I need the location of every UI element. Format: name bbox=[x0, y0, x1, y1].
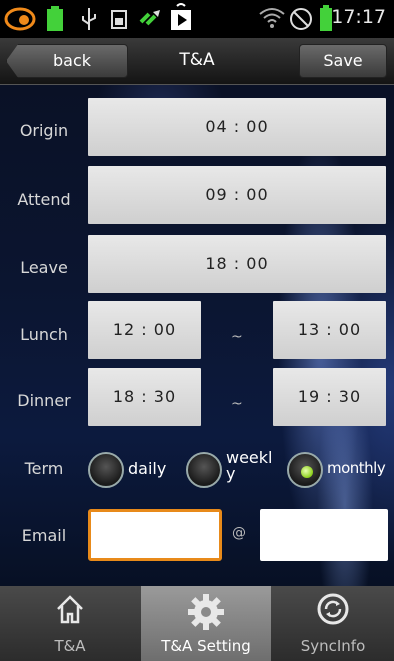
term-label: Term bbox=[24, 459, 64, 478]
sync-icon bbox=[317, 593, 349, 625]
title-bar: back T&A Save bbox=[0, 38, 394, 85]
back-button-label: back bbox=[52, 51, 92, 70]
tab-syncinfo[interactable]: SyncInfo bbox=[272, 586, 394, 661]
lunch-separator: ~ bbox=[231, 329, 243, 345]
tab-label: T&A Setting bbox=[161, 637, 251, 655]
origin-label: Origin bbox=[19, 121, 69, 140]
page-title: T&A bbox=[179, 50, 215, 70]
bottom-tab-bar: T&A T&A Setting SyncInfo bbox=[0, 586, 394, 661]
sync-icon bbox=[139, 10, 160, 26]
attend-label: Attend bbox=[17, 190, 71, 209]
gear-icon bbox=[188, 594, 224, 630]
leave-label: Leave bbox=[20, 258, 68, 277]
back-button[interactable]: back bbox=[6, 44, 128, 78]
app-icon bbox=[4, 7, 36, 31]
home-icon bbox=[57, 595, 83, 624]
email-user-input[interactable] bbox=[88, 509, 222, 561]
status-bar: 17:17 bbox=[0, 0, 394, 38]
radio-selected-dot bbox=[301, 466, 313, 478]
dinner-label: Dinner bbox=[17, 391, 71, 410]
dinner-start-field[interactable]: 18 : 30 bbox=[88, 368, 201, 426]
tab-ta-setting[interactable]: T&A Setting bbox=[141, 586, 271, 661]
lunch-start-field[interactable]: 12 : 00 bbox=[88, 301, 201, 359]
blocked-icon bbox=[290, 8, 312, 30]
tab-label: T&A bbox=[54, 637, 86, 655]
settings-form: Origin 04 : 00 Attend 09 : 00 Leave 18 :… bbox=[0, 85, 394, 586]
save-button[interactable]: Save bbox=[299, 44, 387, 78]
usb-icon bbox=[82, 8, 96, 30]
attend-time-field[interactable]: 09 : 00 bbox=[88, 166, 386, 224]
dinner-end-field[interactable]: 19 : 30 bbox=[273, 368, 386, 426]
radio-circle bbox=[186, 452, 222, 488]
tab-ta[interactable]: T&A bbox=[0, 586, 140, 661]
wifi-icon bbox=[259, 8, 285, 28]
origin-time-field[interactable]: 04 : 00 bbox=[88, 98, 386, 156]
email-label: Email bbox=[21, 526, 67, 545]
radio-circle bbox=[88, 452, 124, 488]
radio-circle bbox=[287, 452, 323, 488]
term-weekly-label: weekl y bbox=[226, 448, 273, 483]
term-daily-label: daily bbox=[128, 459, 167, 478]
clock: 17:17 bbox=[331, 6, 386, 28]
lunch-label: Lunch bbox=[20, 325, 68, 344]
email-domain-input[interactable] bbox=[260, 509, 388, 561]
play-store-icon bbox=[171, 3, 191, 30]
leave-time-field[interactable]: 18 : 00 bbox=[88, 235, 386, 293]
lunch-end-field[interactable]: 13 : 00 bbox=[273, 301, 386, 359]
tab-label: SyncInfo bbox=[300, 637, 366, 655]
email-at-sign: @ bbox=[232, 525, 246, 541]
term-monthly-label: monthly bbox=[327, 459, 386, 477]
battery-full-icon bbox=[47, 6, 63, 31]
dinner-separator: ~ bbox=[231, 396, 243, 412]
sd-card-icon bbox=[111, 10, 127, 29]
